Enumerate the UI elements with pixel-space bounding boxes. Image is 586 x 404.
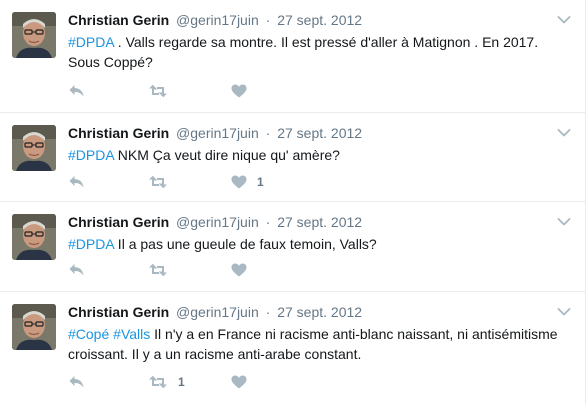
tweet-header: Christian Gerin @gerin17juin · 27 sept. … (68, 11, 545, 29)
tweet-text: #DPDA NKM Ça veut dire nique qu' amère? (68, 145, 568, 165)
like-count: 1 (257, 175, 264, 189)
heart-icon (231, 375, 247, 389)
tweet-body: . Valls regarde sa montre. Il est pressé… (68, 34, 539, 70)
tweet[interactable]: Christian Gerin @gerin17juin · 27 sept. … (0, 202, 585, 292)
reply-icon (68, 375, 85, 389)
tweet-timestamp[interactable]: 27 sept. 2012 (277, 214, 362, 230)
tweet-timestamp[interactable]: 27 sept. 2012 (277, 304, 362, 320)
header-separator: · (265, 304, 271, 320)
hashtag-link[interactable]: #DPDA (68, 34, 114, 50)
author-username[interactable]: @gerin17juin (176, 12, 259, 28)
tweet-actions: 1 (68, 373, 288, 391)
tweet[interactable]: Christian Gerin @gerin17juin · 27 sept. … (0, 292, 585, 404)
header-separator: · (265, 12, 271, 28)
tweet-timestamp[interactable]: 27 sept. 2012 (277, 12, 362, 28)
avatar[interactable] (12, 214, 56, 260)
header-separator: · (265, 125, 271, 141)
tweet-header: Christian Gerin @gerin17juin · 27 sept. … (68, 124, 545, 142)
retweet-icon (148, 375, 168, 389)
tweet-body: NKM Ça veut dire nique qu' amère? (113, 147, 340, 163)
like-button[interactable]: 1 (231, 173, 264, 191)
reply-button[interactable] (68, 373, 85, 391)
hashtag-link[interactable]: #Valls (113, 326, 150, 342)
retweet-icon (148, 263, 168, 277)
reply-icon (68, 263, 85, 277)
reply-icon (68, 175, 85, 189)
retweet-button[interactable]: 1 (148, 373, 185, 391)
reply-button[interactable] (68, 173, 85, 191)
tweet-text: #DPDA . Valls regarde sa montre. Il est … (68, 32, 568, 72)
like-button[interactable] (231, 261, 257, 279)
reply-icon (68, 84, 85, 98)
retweet-button[interactable] (148, 82, 178, 100)
tweet-timestamp[interactable]: 27 sept. 2012 (277, 125, 362, 141)
retweet-button[interactable] (148, 173, 178, 191)
heart-icon (231, 263, 247, 277)
reply-button[interactable] (68, 82, 85, 100)
hashtag-link[interactable]: #DPDA (68, 147, 114, 163)
author-username[interactable]: @gerin17juin (176, 125, 259, 141)
chevron-down-icon[interactable] (557, 304, 571, 316)
tweet-actions: 1 (68, 173, 288, 191)
chevron-down-icon[interactable] (557, 12, 571, 24)
author-username[interactable]: @gerin17juin (176, 214, 259, 230)
avatar[interactable] (12, 125, 56, 171)
author-fullname[interactable]: Christian Gerin (68, 12, 169, 28)
author-fullname[interactable]: Christian Gerin (68, 304, 169, 320)
tweet-timeline: Christian Gerin @gerin17juin · 27 sept. … (0, 0, 586, 404)
chevron-down-icon[interactable] (557, 125, 571, 137)
tweet-actions (68, 261, 288, 279)
tweet-header: Christian Gerin @gerin17juin · 27 sept. … (68, 213, 545, 231)
retweet-button[interactable] (148, 261, 178, 279)
heart-icon (231, 175, 247, 189)
heart-icon (231, 84, 247, 98)
tweet-text: #Copé #Valls Il n'y a en France ni racis… (68, 324, 568, 364)
tweet[interactable]: Christian Gerin @gerin17juin · 27 sept. … (0, 113, 585, 202)
retweet-icon (148, 175, 168, 189)
reply-button[interactable] (68, 261, 85, 279)
retweet-icon (148, 84, 168, 98)
tweet-actions (68, 82, 288, 100)
retweet-count: 1 (178, 375, 185, 389)
author-fullname[interactable]: Christian Gerin (68, 214, 169, 230)
hashtag-link[interactable]: #Copé (68, 326, 109, 342)
like-button[interactable] (231, 373, 257, 391)
author-username[interactable]: @gerin17juin (176, 304, 259, 320)
tweet-header: Christian Gerin @gerin17juin · 27 sept. … (68, 303, 545, 321)
author-fullname[interactable]: Christian Gerin (68, 125, 169, 141)
header-separator: · (265, 214, 271, 230)
avatar[interactable] (12, 12, 56, 58)
avatar[interactable] (12, 304, 56, 350)
tweet-text: #DPDA Il a pas une gueule de faux temoin… (68, 234, 568, 254)
like-button[interactable] (231, 82, 257, 100)
tweet-body: Il a pas une gueule de faux temoin, Vall… (113, 236, 377, 252)
tweet[interactable]: Christian Gerin @gerin17juin · 27 sept. … (0, 0, 585, 113)
chevron-down-icon[interactable] (557, 214, 571, 226)
hashtag-link[interactable]: #DPDA (68, 236, 114, 252)
